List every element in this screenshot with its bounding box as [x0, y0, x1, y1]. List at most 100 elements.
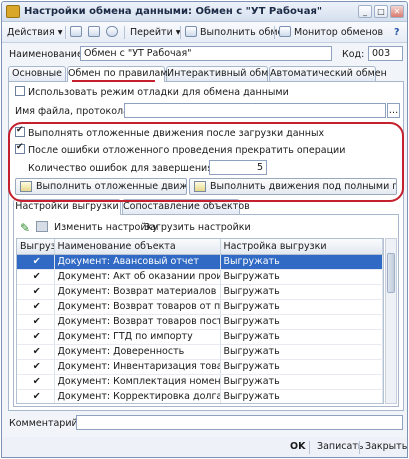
- table-row[interactable]: ✔ Документ: Корректировка долга Выгружать: [17, 389, 383, 403]
- scrollbar-thumb[interactable]: [387, 253, 395, 293]
- tab-automatic[interactable]: Автоматический обмен: [269, 66, 387, 81]
- stop-on-error-label: После ошибки отложенного проведения прек…: [28, 145, 346, 156]
- window-title: Настройки обмена данными: Обмен с "УТ Ра…: [24, 6, 323, 17]
- export-setting-cell[interactable]: Выгружать: [220, 329, 383, 345]
- change-setting-button[interactable]: Изменить настройку: [54, 222, 158, 233]
- export-setting-cell[interactable]: Выгружать: [220, 389, 383, 403]
- load-settings-button[interactable]: Загрузить настройки: [144, 222, 251, 233]
- object-name-cell[interactable]: Документ: Возврат товаров поставщ...: [54, 314, 221, 330]
- table-row[interactable]: ✔Документ: Возврат товаров поставщ...Выг…: [17, 314, 383, 330]
- run-full-rights-button[interactable]: Выполнить движения под полными правами..…: [189, 178, 397, 195]
- column-header-export[interactable]: Выгрузк...: [17, 239, 55, 255]
- save-button[interactable]: Записать: [317, 441, 363, 452]
- comment-input[interactable]: [76, 415, 403, 430]
- table-row[interactable]: ✔Документ: Комплектация номенклат...Выгр…: [17, 374, 383, 390]
- export-flag-cell[interactable]: ✔: [17, 314, 55, 330]
- table-row[interactable]: ✔Документ: Инвентаризация товаров ...Выг…: [17, 359, 383, 375]
- export-setting-cell[interactable]: Выгружать: [220, 284, 383, 300]
- exchange-monitor-button[interactable]: Монитор обменов: [279, 25, 383, 40]
- table-header: Выгрузк... Наименование объекта Настройк…: [17, 239, 383, 255]
- export-setting-cell[interactable]: Выгружать: [220, 299, 383, 315]
- monitor-icon: [279, 26, 291, 37]
- object-name-cell[interactable]: Документ: Возврат материалов из эк...: [54, 284, 221, 300]
- object-name-cell[interactable]: Документ: Возврат товаров от покуп...: [54, 299, 221, 315]
- object-name-cell[interactable]: Документ: Акт об оказании производ...: [54, 269, 221, 285]
- toolbar-separator: [65, 26, 66, 39]
- export-table: Выгрузк... Наименование объекта Настройк…: [16, 238, 384, 404]
- export-setting-cell[interactable]: Выгружать: [220, 314, 383, 330]
- tab-export-settings[interactable]: Настройки выгрузки: [13, 199, 121, 215]
- toolbar-separator: [180, 26, 181, 39]
- file-input[interactable]: [124, 103, 386, 118]
- table-row[interactable]: ✔Документ: Возврат товаров от покуп...Вы…: [17, 299, 383, 315]
- maximize-button[interactable]: □: [374, 5, 388, 18]
- object-name-cell[interactable]: Документ: Корректировка долга: [54, 389, 221, 403]
- column-header-object-name[interactable]: Наименование объекта: [54, 239, 221, 255]
- run-deferred-button[interactable]: Выполнить отложенные движения...: [15, 178, 187, 195]
- actions-menu[interactable]: Действия ▾: [7, 25, 62, 40]
- form-icon: [6, 5, 20, 18]
- table-row[interactable]: ✔ Документ: Доверенность Выгружать: [17, 344, 383, 360]
- deferred-after-load-label: Выполнять отложенные движения после загр…: [28, 128, 325, 139]
- export-flag-cell[interactable]: ✔: [17, 359, 55, 375]
- stop-on-error-checkbox[interactable]: После ошибки отложенного проведения прек…: [15, 142, 346, 156]
- export-setting-cell[interactable]: Выгружать: [220, 374, 383, 390]
- file-browse-button[interactable]: …: [387, 103, 400, 118]
- export-flag-cell[interactable]: ✔: [17, 389, 55, 403]
- table-row[interactable]: ✔ Документ: ГТД по импорту Выгружать: [17, 329, 383, 345]
- toolbar-separator: [274, 26, 275, 39]
- export-setting-cell[interactable]: Выгружать: [220, 269, 383, 285]
- export-flag-cell[interactable]: ✔: [17, 344, 55, 360]
- save-icon[interactable]: [70, 25, 82, 40]
- close-window-button[interactable]: ✕: [390, 5, 404, 18]
- footer-separator: [309, 441, 310, 454]
- minimize-button[interactable]: _: [358, 5, 372, 18]
- tab-object-mapping[interactable]: Сопоставление объектов: [122, 199, 250, 214]
- sub-tabs: Настройки выгрузки Сопоставление объекто…: [13, 199, 399, 215]
- name-label: Наименование:: [9, 49, 87, 60]
- run-icon: [20, 181, 32, 192]
- toolbar: Действия ▾ Перейти ▾ Выполнить обмен Мон…: [2, 22, 407, 43]
- export-flag-cell[interactable]: ✔: [17, 299, 55, 315]
- deferred-after-load-checkbox[interactable]: Выполнять отложенные движения после загр…: [15, 125, 325, 139]
- object-name-cell[interactable]: Документ: ГТД по импорту: [54, 329, 221, 345]
- tab-interactive[interactable]: Интерактивный обмен: [166, 66, 280, 81]
- save-close-icon[interactable]: [88, 25, 100, 40]
- errors-count-label: Количество ошибок для завершения:: [28, 163, 217, 174]
- export-flag-cell[interactable]: ✔: [17, 254, 55, 270]
- exchange-icon: [185, 26, 197, 37]
- column-header-export-setting[interactable]: Настройка выгрузки: [220, 239, 383, 255]
- table-row[interactable]: ✔ Документ: Авансовый отчет Выгружать: [17, 254, 383, 270]
- export-flag-cell[interactable]: ✔: [17, 329, 55, 345]
- footer-separator: [359, 441, 360, 454]
- export-flag-cell[interactable]: ✔: [17, 374, 55, 390]
- object-name-cell[interactable]: Документ: Инвентаризация товаров ...: [54, 359, 221, 375]
- name-input[interactable]: Обмен с "УТ Рабочая": [80, 46, 332, 61]
- code-input[interactable]: 003: [368, 46, 403, 61]
- tab-main[interactable]: Основные: [8, 66, 66, 81]
- export-setting-cell[interactable]: Выгружать: [220, 254, 383, 270]
- help-icon[interactable]: ?: [394, 25, 400, 40]
- errors-count-input[interactable]: 5: [209, 160, 267, 175]
- close-button[interactable]: Закрыть: [365, 441, 407, 452]
- monitor-label: Монитор обменов: [294, 27, 384, 38]
- goto-menu[interactable]: Перейти ▾: [130, 25, 181, 40]
- object-name-cell[interactable]: Документ: Доверенность: [54, 344, 221, 360]
- export-flag-cell[interactable]: ✔: [17, 269, 55, 285]
- debug-mode-checkbox[interactable]: Использовать режим отладки для обмена да…: [15, 86, 289, 98]
- export-setting-cell[interactable]: Выгружать: [220, 344, 383, 360]
- table-row[interactable]: ✔Документ: Возврат материалов из эк...Вы…: [17, 284, 383, 300]
- table-row[interactable]: ✔Документ: Акт об оказании производ...Вы…: [17, 269, 383, 285]
- ok-button[interactable]: OK: [290, 441, 305, 452]
- refresh-icon[interactable]: [106, 25, 118, 40]
- edit-icon[interactable]: ✎: [20, 221, 30, 235]
- export-setting-cell[interactable]: Выгружать: [220, 359, 383, 375]
- object-name-cell[interactable]: Документ: Комплектация номенклат...: [54, 374, 221, 390]
- table-scrollbar[interactable]: [385, 238, 397, 404]
- footer: OK Записать Закрыть: [2, 437, 407, 457]
- object-name-cell[interactable]: Документ: Авансовый отчет: [54, 254, 221, 270]
- title-bar: Настройки обмена данными: Обмен с "УТ Ра…: [2, 2, 407, 22]
- export-flag-cell[interactable]: ✔: [17, 284, 55, 300]
- comment-label: Комментарий:: [9, 418, 81, 429]
- table-icon[interactable]: [36, 221, 48, 232]
